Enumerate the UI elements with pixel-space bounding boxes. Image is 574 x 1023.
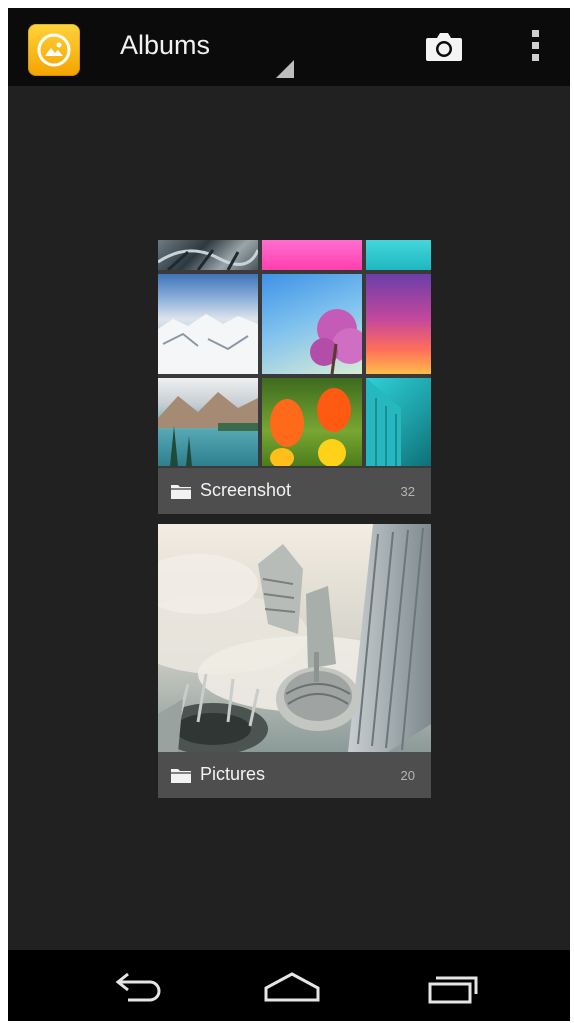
overflow-dot xyxy=(531,54,539,61)
recents-icon[interactable] xyxy=(424,968,484,1008)
album-label-bar: Pictures 20 xyxy=(158,752,431,798)
thumbnail[interactable] xyxy=(158,378,258,466)
home-icon[interactable] xyxy=(262,968,322,1008)
spinner-dropdown-icon[interactable] xyxy=(276,60,294,78)
thumbnail[interactable] xyxy=(262,378,362,466)
action-bar: Albums xyxy=(8,8,570,86)
camera-icon[interactable] xyxy=(424,30,464,64)
thumbnail[interactable] xyxy=(158,240,258,270)
thumbnail[interactable] xyxy=(158,274,258,374)
gallery-app-icon[interactable] xyxy=(28,24,80,76)
navigation-bar xyxy=(8,950,570,1021)
overflow-dot xyxy=(531,42,539,49)
albums-spinner-title[interactable]: Albums xyxy=(120,30,210,61)
phone-screen: Albums Screenshot 32 Pictures 20 xyxy=(8,8,570,1021)
overflow-dot xyxy=(531,30,539,37)
album-card-pictures[interactable]: Pictures 20 xyxy=(158,524,431,798)
thumbnail[interactable] xyxy=(366,378,431,466)
back-icon[interactable] xyxy=(106,968,166,1008)
more-vert-icon[interactable] xyxy=(528,30,542,68)
folder-icon xyxy=(171,485,191,499)
thumbnail[interactable] xyxy=(366,240,431,270)
thumbnail[interactable] xyxy=(262,274,362,374)
album-name: Screenshot xyxy=(200,480,292,500)
album-name: Pictures xyxy=(200,764,266,784)
album-label-bar: Screenshot 32 xyxy=(158,468,431,514)
folder-icon xyxy=(171,769,191,783)
album-count: 32 xyxy=(400,484,415,499)
thumbnail[interactable] xyxy=(262,240,362,270)
album-count: 20 xyxy=(400,768,415,783)
album-cover-photo[interactable] xyxy=(158,524,431,755)
thumbnail[interactable] xyxy=(366,274,431,374)
albums-content: Screenshot 32 Pictures 20 xyxy=(8,86,570,950)
album-thumbnail-grid xyxy=(158,240,431,466)
album-card-screenshot[interactable]: Screenshot 32 xyxy=(158,240,431,514)
